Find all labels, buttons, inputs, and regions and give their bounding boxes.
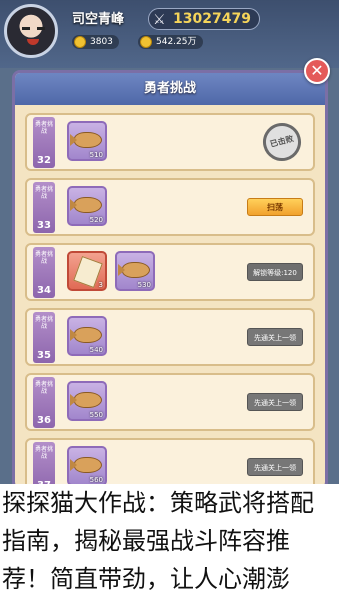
stage-tag-text: 勇者挑战 bbox=[34, 121, 53, 135]
unlock-level-button[interactable]: 解锁等级:120 bbox=[247, 263, 303, 281]
stage-number: 35 bbox=[37, 350, 51, 361]
stage-tag: 勇者挑战 36 bbox=[33, 377, 55, 428]
fish-reward-item[interactable]: 550 bbox=[67, 381, 107, 421]
top-bar: 司空青峰 ⚔ 13027479 3803 542.25万 bbox=[0, 0, 339, 68]
clear-previous-button[interactable]: 先通关上一领 bbox=[247, 458, 303, 476]
close-button[interactable]: ✕ bbox=[304, 58, 330, 84]
fish-tail-icon bbox=[70, 134, 77, 146]
stage-tag-text: 勇者挑战 bbox=[34, 186, 53, 200]
stage-tag-text: 勇者挑战 bbox=[34, 316, 53, 330]
fish-icon bbox=[74, 457, 102, 473]
coin-icon bbox=[74, 36, 86, 48]
fish-tail-icon bbox=[70, 394, 77, 406]
item-quantity: 520 bbox=[89, 216, 103, 224]
caption-text: 探探猫大作战：策略武将搭配指南，揭秘最强战斗阵容推荐！简直带劲，让人心潮澎湃！ bbox=[0, 484, 339, 600]
clear-previous-button[interactable]: 先通关上一领 bbox=[247, 328, 303, 346]
stage-row: 勇者挑战 32 510 已击败 bbox=[25, 113, 315, 171]
stage-tag: 勇者挑战 33 bbox=[33, 182, 55, 233]
item-quantity: 3 bbox=[98, 281, 103, 289]
item-quantity: 530 bbox=[137, 281, 151, 289]
fish-reward-item[interactable]: 560 bbox=[67, 446, 107, 486]
fish-tail-icon bbox=[70, 199, 77, 211]
resource-silver: 542.25万 bbox=[138, 35, 203, 49]
scroll-reward-item[interactable]: 3 bbox=[67, 251, 107, 291]
coin-icon bbox=[140, 36, 152, 48]
stage-tag-text: 勇者挑战 bbox=[34, 446, 53, 460]
avatar-eye bbox=[37, 27, 45, 30]
fish-reward-item[interactable]: 530 bbox=[115, 251, 155, 291]
stage-number: 32 bbox=[37, 155, 51, 166]
resource-silver-value: 542.25万 bbox=[156, 37, 197, 47]
stage-tag-text: 勇者挑战 bbox=[34, 251, 53, 265]
stage-tag: 勇者挑战 34 bbox=[33, 247, 55, 298]
item-quantity: 540 bbox=[89, 346, 103, 354]
stage-number: 34 bbox=[37, 285, 51, 296]
stage-tag: 勇者挑战37 bbox=[33, 442, 55, 487]
stage-row: 勇者挑战37 560 先通关上一领 bbox=[25, 438, 315, 487]
player-name: 司空青峰 bbox=[72, 12, 125, 27]
fish-tail-icon bbox=[118, 264, 125, 276]
resource-gold: 3803 bbox=[72, 35, 119, 49]
item-quantity: 560 bbox=[89, 476, 103, 484]
resource-gold-value: 3803 bbox=[90, 37, 113, 47]
fish-icon bbox=[74, 197, 102, 213]
stage-row: 勇者挑战 33 520 扫荡 bbox=[25, 178, 315, 236]
power-value: 13027479 bbox=[173, 11, 251, 27]
fish-icon bbox=[74, 392, 102, 408]
fish-reward-item[interactable]: 520 bbox=[67, 186, 107, 226]
stage-number: 36 bbox=[37, 415, 51, 426]
dialog-title: 勇者挑战 bbox=[15, 73, 325, 105]
item-quantity: 550 bbox=[89, 411, 103, 419]
fish-reward-item[interactable]: 510 bbox=[67, 121, 107, 161]
sweep-button[interactable]: 扫荡 bbox=[247, 198, 303, 216]
stage-list: 勇者挑战 32 510 已击败 勇者挑战 33 520 扫荡 勇者挑战 34 3 530 解锁等级:12… bbox=[15, 105, 325, 487]
stage-row: 勇者挑战 34 3 530 解锁等级:120 bbox=[25, 243, 315, 301]
defeated-stamp: 已击败 bbox=[258, 118, 306, 166]
fish-icon bbox=[74, 132, 102, 148]
stage-number: 33 bbox=[37, 220, 51, 231]
fish-tail-icon bbox=[70, 459, 77, 471]
stage-row: 勇者挑战 36 550 先通关上一领 bbox=[25, 373, 315, 431]
item-quantity: 510 bbox=[89, 151, 103, 159]
crossed-swords-icon: ⚔ bbox=[153, 12, 166, 28]
avatar[interactable] bbox=[4, 4, 58, 58]
fish-tail-icon bbox=[70, 329, 77, 341]
fish-icon bbox=[122, 262, 150, 278]
clear-previous-button[interactable]: 先通关上一领 bbox=[247, 393, 303, 411]
avatar-mouth bbox=[27, 39, 39, 45]
stage-tag: 勇者挑战 32 bbox=[33, 117, 55, 168]
stage-tag: 勇者挑战 35 bbox=[33, 312, 55, 363]
stage-tag-text: 勇者挑战 bbox=[34, 381, 53, 395]
fish-icon bbox=[74, 327, 102, 343]
challenge-dialog: 勇者挑战 勇者挑战 32 510 已击败 勇者挑战 33 520 扫荡 勇者挑战 34 3 530 解锁… bbox=[12, 70, 328, 490]
power-badge: ⚔ 13027479 bbox=[148, 8, 260, 30]
stage-row: 勇者挑战 35 540 先通关上一领 bbox=[25, 308, 315, 366]
avatar-eye bbox=[22, 27, 30, 30]
fish-reward-item[interactable]: 540 bbox=[67, 316, 107, 356]
